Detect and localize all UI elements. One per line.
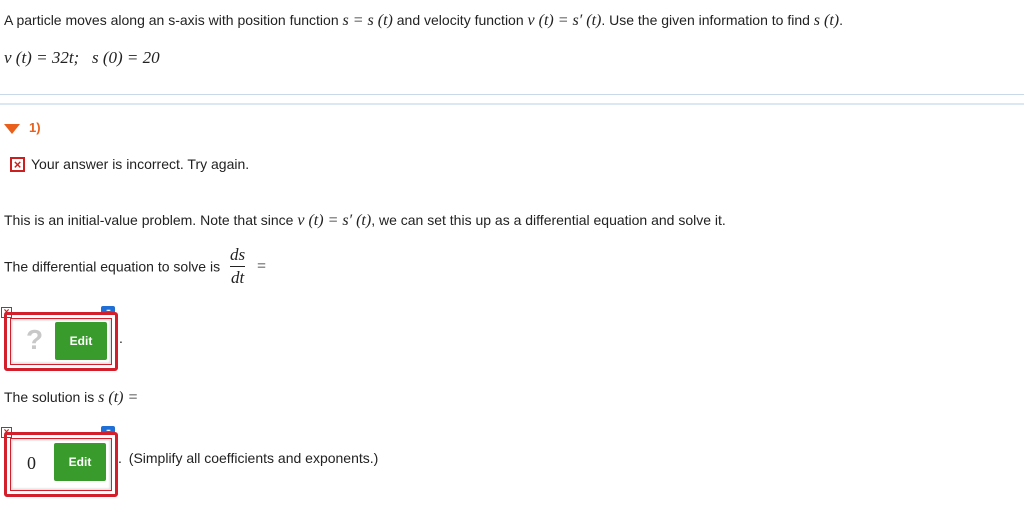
triangle-down-icon[interactable] bbox=[4, 124, 20, 134]
given-info: v (t) = 32t; s (0) = 20 bbox=[4, 48, 160, 67]
hint-text: This is an initial-value problem. Note t… bbox=[4, 212, 726, 230]
answer-1-period: . bbox=[119, 330, 123, 346]
solution-label: The solution is bbox=[4, 389, 95, 405]
edit-button-2[interactable]: Edit bbox=[54, 443, 106, 481]
fraction-bar bbox=[230, 266, 246, 267]
solution-row: The solution is s (t) = bbox=[4, 389, 138, 407]
find-expr: s (t) bbox=[813, 12, 840, 29]
position-expr: s = s (t) bbox=[342, 12, 393, 29]
fraction-numerator: ds bbox=[230, 245, 246, 264]
hint-prefix: This is an initial-value problem. Note t… bbox=[4, 212, 294, 228]
hint-expr: v (t) = s′ (t) bbox=[297, 212, 372, 229]
header-divider bbox=[0, 94, 1024, 95]
velocity-expr: v (t) = s′ (t) bbox=[527, 12, 602, 29]
solution-expr: s (t) = bbox=[98, 389, 139, 406]
x-mark-icon: × bbox=[10, 157, 25, 172]
diffeq-row: The differential equation to solve is ds… bbox=[4, 246, 266, 287]
answer-2-note: . (Simplify all coefficients and exponen… bbox=[118, 450, 378, 466]
part-number: 1) bbox=[29, 120, 41, 135]
question-mid: and velocity function bbox=[396, 12, 524, 28]
feedback-message: Your answer is incorrect. Try again. bbox=[31, 156, 250, 172]
header-divider-thick bbox=[0, 103, 1024, 105]
fraction-denominator: dt bbox=[230, 268, 245, 287]
question-prefix: A particle moves along an s-axis with po… bbox=[4, 12, 339, 28]
answer-1-value: ? bbox=[26, 324, 44, 355]
answer-2-value[interactable]: 0 bbox=[27, 453, 36, 474]
diffeq-label: The differential equation to solve is bbox=[4, 258, 221, 275]
edit-button-1[interactable]: Edit bbox=[55, 322, 107, 360]
simplify-note: (Simplify all coefficients and exponents… bbox=[128, 450, 379, 466]
question-suffix: . Use the given information to find bbox=[601, 12, 810, 28]
answer-2-period: . bbox=[118, 450, 122, 466]
hint-suffix: , we can set this up as a differential e… bbox=[371, 212, 726, 228]
diffeq-equals: = bbox=[257, 257, 267, 275]
question-end: . bbox=[839, 12, 844, 28]
ds-dt-fraction: ds dt bbox=[230, 245, 246, 287]
question-text: A particle moves along an s-axis with po… bbox=[4, 12, 843, 30]
